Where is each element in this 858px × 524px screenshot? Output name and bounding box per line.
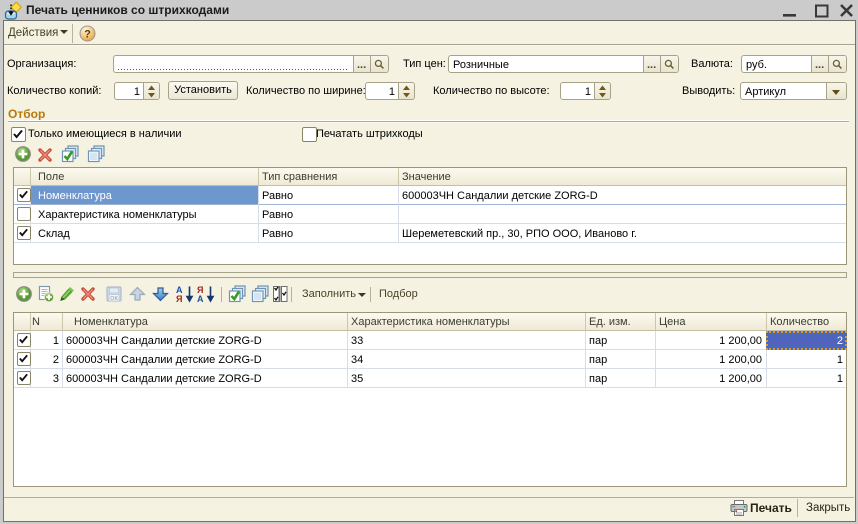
svg-text:А: А bbox=[197, 294, 204, 303]
svg-text:ОК: ОК bbox=[110, 296, 118, 302]
svg-text:Я: Я bbox=[176, 294, 182, 303]
svg-text:?: ? bbox=[84, 28, 91, 40]
